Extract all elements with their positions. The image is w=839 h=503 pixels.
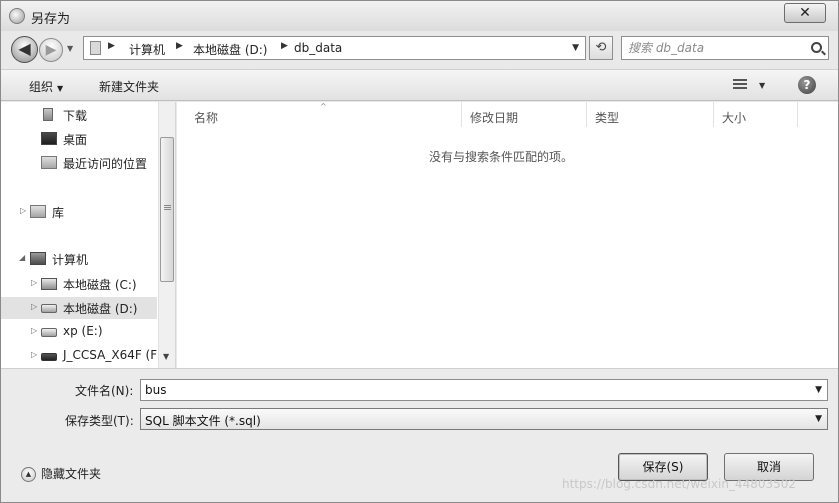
file-list: ^ 名称 修改日期 类型 大小 没有与搜索条件匹配的项。 — [177, 102, 838, 368]
column-header-date-modified[interactable]: 修改日期 — [462, 102, 587, 127]
sidebar-item-label: 本地磁盘 (D:) — [63, 302, 138, 316]
sidebar-item-drive-f[interactable]: ▷ J_CCSA_X64F (F — [1, 345, 157, 367]
filetype-select[interactable]: SQL 脚本文件 (*.sql) ▼ — [140, 408, 828, 430]
sidebar-item-drive-e[interactable]: ▷ xp (E:) — [1, 321, 157, 343]
expand-icon[interactable]: ▷ — [20, 206, 26, 215]
organize-label: 组织 — [29, 80, 54, 94]
column-header-size[interactable]: 大小 — [714, 102, 798, 127]
system-drive-icon — [41, 278, 57, 290]
chevron-down-icon: ▼ — [57, 84, 64, 93]
sidebar-item-libraries[interactable]: ▷ 库 — [1, 201, 157, 223]
hide-folders-label: 隐藏文件夹 — [41, 467, 102, 481]
sidebar-item-computer[interactable]: ◢ 计算机 — [1, 248, 157, 270]
search-input[interactable] — [628, 40, 803, 56]
recent-places-icon — [41, 156, 57, 169]
expand-icon[interactable]: ▷ — [31, 326, 37, 335]
download-folder-icon — [43, 108, 53, 121]
view-options-icon[interactable] — [733, 79, 747, 91]
sidebar-scrollbar[interactable]: ▼ — [158, 102, 175, 368]
address-bar[interactable]: ▶ 计算机 ▶ 本地磁盘 (D:) ▶ db_data ▼ — [83, 36, 586, 60]
breadcrumb-computer[interactable]: 计算机 — [129, 41, 165, 58]
navigation-bar: ◀ ▶ ▼ ▶ 计算机 ▶ 本地磁盘 (D:) ▶ db_data ▼ ⟲ — [1, 31, 838, 67]
new-folder-button[interactable]: 新建文件夹 — [99, 78, 159, 95]
back-button[interactable]: ◀ — [11, 36, 38, 63]
toolbar: 组织 ▼ 新建文件夹 ▼ ? — [1, 69, 838, 101]
expand-icon[interactable]: ▷ — [31, 302, 37, 311]
sidebar-item-label: 库 — [52, 206, 65, 220]
save-form: 文件名(N): ▼ 保存类型(T): SQL 脚本文件 (*.sql) ▼ ▲ 隐… — [1, 368, 838, 502]
breadcrumb-separator-icon[interactable]: ▶ — [176, 41, 183, 51]
sidebar-item-recent-places[interactable]: 最近访问的位置 — [1, 152, 157, 174]
column-header-name[interactable]: 名称 — [186, 102, 462, 127]
filetype-value: SQL 脚本文件 (*.sql) — [145, 414, 261, 428]
save-as-dialog: 另存为 ✕ ◀ ▶ ▼ ▶ 计算机 ▶ 本地磁盘 (D:) ▶ db_data … — [0, 0, 839, 503]
sidebar-item-label: 计算机 — [52, 253, 89, 267]
sidebar-item-drive-d[interactable]: ▷ 本地磁盘 (D:) — [1, 297, 157, 319]
sidebar-item-drive-c[interactable]: ▷ 本地磁盘 (C:) — [1, 273, 157, 295]
collapse-arrow-icon: ▲ — [21, 467, 36, 482]
expand-icon[interactable]: ▷ — [31, 350, 37, 359]
window-title: 另存为 — [31, 12, 71, 27]
grip-icon — [164, 205, 171, 211]
filetype-label: 保存类型(T): — [65, 414, 134, 428]
breadcrumb-db-data[interactable]: db_data — [294, 41, 342, 55]
filename-label: 文件名(N): — [75, 384, 134, 398]
navigation-pane: 下载 桌面 最近访问的位置 ▷ 库 ◢ 计算机 ▷ 本地磁盘 (C:) ▷ 本地… — [1, 102, 176, 368]
drive-icon — [41, 328, 57, 337]
sidebar-item-label: 下载 — [63, 109, 88, 123]
sidebar-item-label: J_CCSA_X64F (F — [63, 348, 158, 362]
view-dropdown-icon[interactable]: ▼ — [759, 81, 765, 90]
breadcrumb-drive-d[interactable]: 本地磁盘 (D:) — [193, 41, 267, 58]
chevron-down-icon[interactable]: ▼ — [815, 385, 822, 395]
address-dropdown-icon[interactable]: ▼ — [572, 43, 579, 53]
empty-state-message: 没有与搜索条件匹配的项。 — [429, 150, 574, 164]
chevron-down-icon: ▼ — [815, 414, 822, 424]
sidebar-item-label: xp (E:) — [63, 324, 103, 338]
sidebar-item-label: 本地磁盘 (C:) — [63, 278, 137, 292]
close-button[interactable]: ✕ — [784, 3, 826, 23]
sidebar-item-desktop[interactable]: 桌面 — [1, 128, 157, 150]
dvd-drive-icon — [41, 353, 57, 361]
watermark-text: https://blog.csdn.net/weixin_44803502 — [562, 477, 797, 491]
sidebar-item-label: 最近访问的位置 — [63, 157, 148, 171]
library-icon — [30, 205, 46, 218]
folder-icon — [90, 41, 101, 55]
search-icon[interactable] — [811, 42, 822, 53]
filename-combobox: ▼ — [140, 379, 828, 401]
app-icon — [9, 8, 25, 24]
search-box — [621, 36, 829, 60]
hide-folders-toggle[interactable]: ▲ 隐藏文件夹 — [21, 465, 101, 482]
organize-button[interactable]: 组织 ▼ — [29, 78, 63, 95]
help-icon[interactable]: ? — [798, 76, 816, 94]
expand-icon[interactable]: ▷ — [31, 278, 37, 287]
computer-icon — [30, 252, 46, 265]
filename-input[interactable] — [145, 382, 795, 398]
drive-icon — [41, 304, 57, 313]
desktop-icon — [41, 132, 57, 145]
refresh-button[interactable]: ⟲ — [589, 36, 613, 60]
sidebar-item-downloads[interactable]: 下载 — [1, 104, 157, 126]
title-bar: 另存为 ✕ — [1, 1, 838, 31]
scrollbar-thumb[interactable] — [160, 137, 174, 282]
breadcrumb-separator-icon[interactable]: ▶ — [281, 41, 288, 51]
scroll-down-icon[interactable]: ▼ — [163, 352, 169, 361]
collapse-icon[interactable]: ◢ — [19, 253, 25, 262]
breadcrumb-separator-icon[interactable]: ▶ — [108, 41, 115, 51]
column-header-type[interactable]: 类型 — [587, 102, 714, 127]
recent-pages-dropdown-icon[interactable]: ▼ — [67, 44, 73, 53]
forward-button[interactable]: ▶ — [39, 38, 63, 62]
sidebar-item-label: 桌面 — [63, 133, 88, 147]
